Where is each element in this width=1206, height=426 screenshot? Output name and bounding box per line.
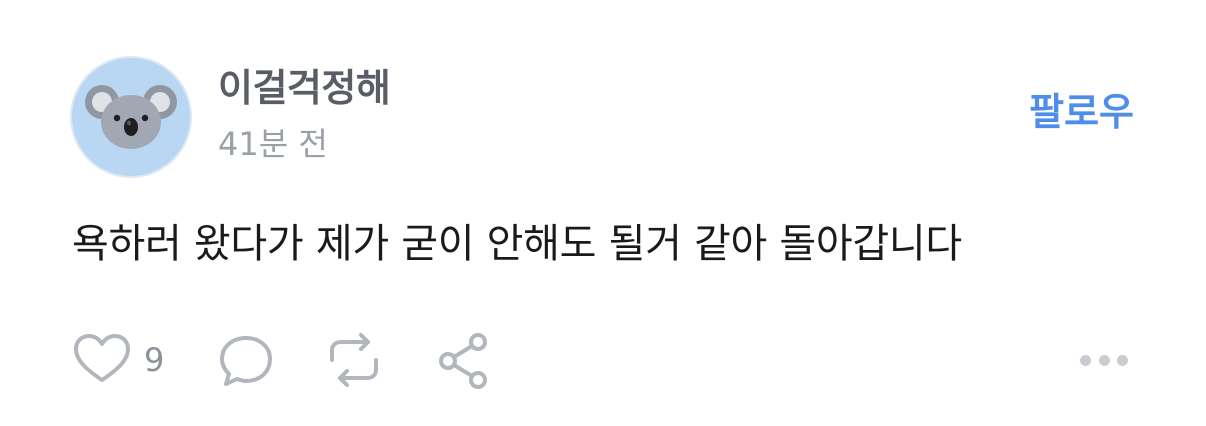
post-timestamp: 41분 전 — [218, 125, 328, 163]
comment-button[interactable] — [218, 330, 274, 390]
more-options-button[interactable] — [1080, 338, 1128, 382]
heart-icon — [74, 334, 130, 382]
share-button[interactable] — [436, 330, 492, 390]
avatar[interactable] — [72, 58, 190, 176]
like-count: 9 — [144, 341, 165, 379]
author-name[interactable]: 이걸걱정해 — [218, 64, 391, 112]
post-text: 욕하러 왔다가 제가 굳이 안해도 될거 같아 돌아갑니다 — [72, 221, 962, 267]
more-dots-icon — [1080, 354, 1091, 366]
follow-button[interactable]: 팔로우 — [1029, 88, 1134, 136]
more-dots-icon — [1098, 354, 1110, 366]
repost-icon — [330, 333, 378, 387]
repost-button[interactable] — [324, 330, 384, 390]
koala-avatar-icon — [85, 85, 177, 149]
more-dots-icon — [1117, 354, 1128, 366]
share-icon — [439, 333, 487, 389]
like-button[interactable]: 9 — [72, 330, 164, 390]
comment-bubble-icon — [220, 336, 272, 386]
